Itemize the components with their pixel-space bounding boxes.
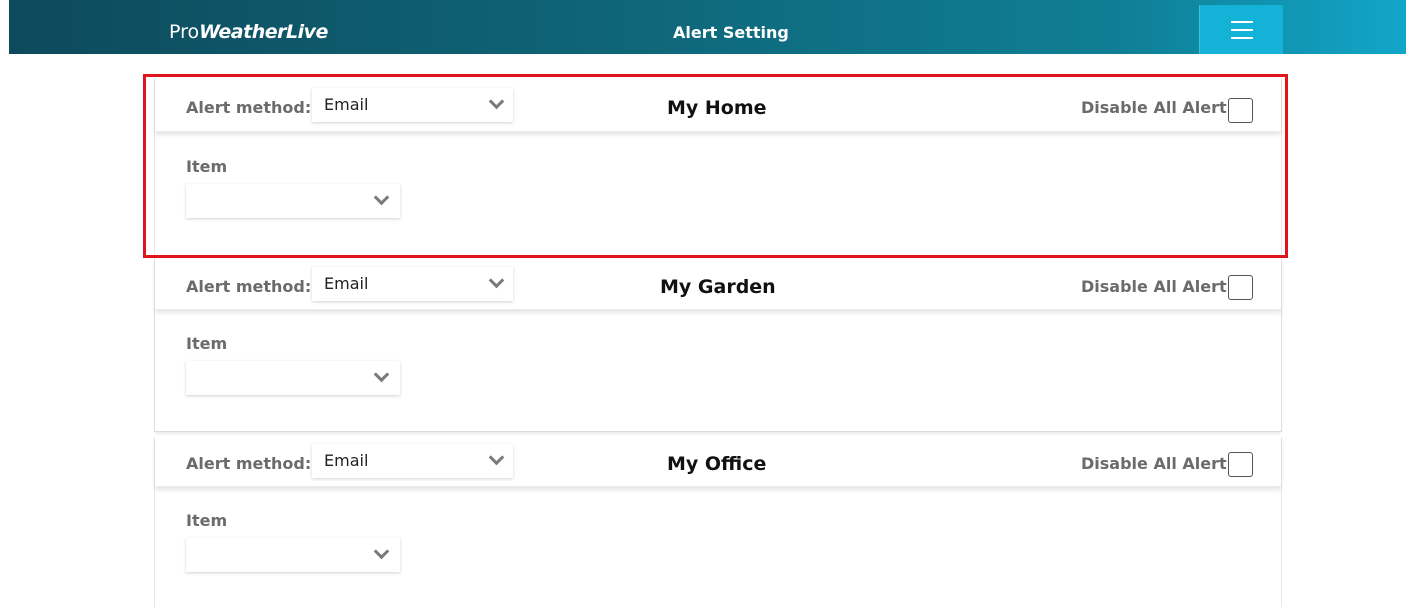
chevron-down-icon (488, 93, 505, 110)
disable-all-alert-checkbox[interactable] (1228, 452, 1253, 477)
chevron-down-icon (373, 189, 390, 206)
item-label: Item (186, 511, 228, 530)
top-bar: ProWeatherLive Alert Setting (9, 0, 1406, 54)
station-body: Item (155, 310, 1281, 432)
item-select[interactable] (186, 538, 400, 572)
station-header: Alert method: Email My Home Disable All … (155, 78, 1281, 132)
alert-method-value: Email (324, 451, 369, 470)
station-title: My Home (667, 97, 767, 119)
station-card-my-home: Alert method: Email My Home Disable All … (154, 78, 1282, 254)
station-card-my-garden: Alert method: Email My Garden Disable Al… (154, 258, 1282, 432)
disable-all-alert-checkbox[interactable] (1228, 98, 1253, 123)
disable-all-alert-label: Disable All Alert (1081, 98, 1227, 117)
page-title: Alert Setting (673, 23, 789, 42)
disable-all-alert-label: Disable All Alert (1081, 277, 1227, 296)
alert-method-select[interactable]: Email (312, 444, 513, 478)
chevron-down-icon (373, 543, 390, 560)
item-select[interactable] (186, 361, 400, 395)
item-label: Item (186, 334, 228, 353)
alert-method-select[interactable]: Email (312, 267, 513, 301)
station-body: Item (155, 487, 1281, 607)
station-header: Alert method: Email My Garden Disable Al… (155, 258, 1281, 310)
station-card-my-office: Alert method: Email My Office Disable Al… (154, 437, 1282, 607)
disable-all-alert-label: Disable All Alert (1081, 454, 1227, 473)
item-select[interactable] (186, 184, 400, 218)
alert-method-value: Email (324, 274, 369, 293)
app-logo: ProWeatherLive (169, 21, 328, 43)
chevron-down-icon (373, 366, 390, 383)
alert-method-label: Alert method: (186, 454, 312, 473)
station-title: My Garden (660, 276, 776, 298)
alert-method-label: Alert method: (186, 277, 312, 296)
item-label: Item (186, 157, 228, 176)
alert-method-value: Email (324, 95, 369, 114)
alert-method-select[interactable]: Email (312, 88, 513, 122)
station-body: Item (155, 132, 1281, 254)
chevron-down-icon (488, 449, 505, 466)
menu-button[interactable] (1199, 5, 1283, 54)
disable-all-alert-checkbox[interactable] (1228, 275, 1253, 300)
station-title: My Office (667, 453, 767, 475)
hamburger-menu-icon (1230, 20, 1253, 39)
chevron-down-icon (488, 272, 505, 289)
station-header: Alert method: Email My Office Disable Al… (155, 437, 1281, 487)
alert-method-label: Alert method: (186, 98, 312, 117)
